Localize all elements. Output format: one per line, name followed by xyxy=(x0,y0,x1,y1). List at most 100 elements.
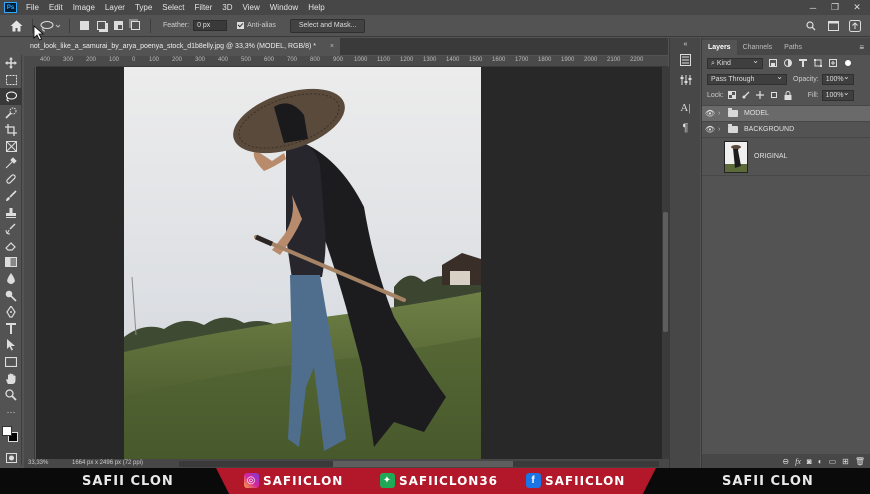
foreground-color-swatch[interactable] xyxy=(2,426,12,437)
type-tool-icon[interactable] xyxy=(0,321,22,338)
panel-menu-icon[interactable]: ≡ xyxy=(853,40,870,55)
visibility-eye-icon[interactable]: 👁 xyxy=(702,109,718,118)
menu-3d[interactable]: 3D xyxy=(217,0,237,15)
close-tab-icon[interactable]: × xyxy=(330,38,334,55)
new-adjustment-icon[interactable]: ◐ xyxy=(818,457,823,466)
share-icon[interactable] xyxy=(848,19,862,33)
dodge-tool-icon[interactable] xyxy=(0,287,22,304)
link-layers-icon[interactable]: ⊖ xyxy=(782,457,789,466)
tab-channels[interactable]: Channels xyxy=(737,40,779,55)
menu-filter[interactable]: Filter xyxy=(190,0,218,15)
path-selection-tool-icon[interactable] xyxy=(0,337,22,354)
fill-input[interactable]: 100% xyxy=(821,88,854,101)
move-tool-icon[interactable] xyxy=(0,55,22,72)
horizontal-scrollbar[interactable] xyxy=(179,461,659,467)
quick-selection-tool-icon[interactable] xyxy=(0,105,22,122)
blur-tool-icon[interactable] xyxy=(0,271,22,288)
blend-mode-dropdown[interactable]: Pass Through xyxy=(707,72,787,85)
new-group-icon[interactable]: ▭ xyxy=(829,457,837,466)
menu-help[interactable]: Help xyxy=(303,0,329,15)
frame-tool-icon[interactable] xyxy=(0,138,22,155)
intersect-selection-icon[interactable] xyxy=(131,21,140,30)
menu-layer[interactable]: Layer xyxy=(100,0,130,15)
home-icon[interactable] xyxy=(6,17,26,35)
filter-type-icon[interactable] xyxy=(799,59,807,67)
adjustments-icon[interactable] xyxy=(670,70,701,90)
document-image[interactable] xyxy=(124,67,481,459)
tab-paths[interactable]: Paths xyxy=(778,40,808,55)
marquee-tool-icon[interactable] xyxy=(0,72,22,89)
feather-input[interactable]: 0 px xyxy=(193,20,228,31)
lock-position-icon[interactable] xyxy=(755,91,764,99)
lock-all-icon[interactable] xyxy=(784,90,792,100)
ruler-tick: 200 xyxy=(86,57,97,63)
more-tools-icon[interactable]: ··· xyxy=(0,403,22,420)
delete-layer-icon[interactable]: 🗑 xyxy=(855,457,865,466)
add-mask-icon[interactable]: ◙ xyxy=(807,457,812,466)
scrollbar-thumb[interactable] xyxy=(333,461,513,467)
filter-adjustment-icon[interactable] xyxy=(784,59,792,67)
menu-image[interactable]: Image xyxy=(68,0,100,15)
menu-edit[interactable]: Edit xyxy=(44,0,68,15)
workspace-icon[interactable] xyxy=(826,19,840,33)
lock-transparent-icon[interactable] xyxy=(727,91,736,99)
close-window-icon[interactable]: ✕ xyxy=(846,0,868,15)
character-icon[interactable]: A| xyxy=(670,98,701,118)
lock-artboard-icon[interactable] xyxy=(770,91,778,99)
canvas-area[interactable] xyxy=(36,67,662,459)
minimize-icon[interactable]: ─ xyxy=(802,0,824,15)
search-icon[interactable] xyxy=(804,19,818,33)
filter-pixel-icon[interactable] xyxy=(769,59,777,67)
crop-tool-icon[interactable] xyxy=(0,121,22,138)
layer-row-original[interactable]: ORIGINAL xyxy=(702,138,870,176)
visibility-eye-icon[interactable]: 👁 xyxy=(702,125,718,134)
menu-window[interactable]: Window xyxy=(265,0,303,15)
layers-panel: Layers Channels Paths ≡ ⌕ Kind Pass Thro… xyxy=(701,38,870,468)
ruler-tick: 1900 xyxy=(561,57,575,63)
layer-row-background[interactable]: 👁 › BACKGROUND xyxy=(702,122,870,138)
quick-mask-icon[interactable] xyxy=(0,450,22,467)
menu-view[interactable]: View xyxy=(238,0,265,15)
hand-tool-icon[interactable] xyxy=(0,370,22,387)
pen-tool-icon[interactable] xyxy=(0,304,22,321)
restore-icon[interactable]: ❐ xyxy=(824,0,846,15)
menu-select[interactable]: Select xyxy=(157,0,189,15)
eraser-tool-icon[interactable] xyxy=(0,238,22,255)
layer-row-model[interactable]: 👁 › MODEL xyxy=(702,106,870,122)
filter-shape-icon[interactable] xyxy=(814,59,822,67)
filter-smart-object-icon[interactable] xyxy=(829,59,837,67)
history-brush-tool-icon[interactable] xyxy=(0,221,22,238)
select-and-mask-button[interactable]: Select and Mask... xyxy=(289,18,366,33)
filter-toggle-icon[interactable] xyxy=(844,59,852,67)
document-tab[interactable]: not_look_like_a_samurai_by_arya_poenya_s… xyxy=(24,38,340,55)
paragraph-icon[interactable]: ¶ xyxy=(670,118,701,138)
layer-style-icon[interactable]: fx xyxy=(795,457,801,466)
menu-file[interactable]: File xyxy=(21,0,44,15)
zoom-tool-icon[interactable] xyxy=(0,387,22,404)
antialias-checkbox[interactable] xyxy=(237,22,245,29)
vertical-scrollbar[interactable] xyxy=(662,67,669,459)
tab-layers[interactable]: Layers xyxy=(702,40,737,55)
lasso-tool-icon[interactable] xyxy=(0,88,22,105)
healing-brush-tool-icon[interactable] xyxy=(0,171,22,188)
kind-filter-dropdown[interactable]: ⌕ Kind xyxy=(707,56,763,69)
brush-tool-icon[interactable] xyxy=(0,188,22,205)
color-swatches[interactable] xyxy=(0,420,22,450)
expand-group-icon[interactable]: › xyxy=(718,126,728,133)
add-to-selection-icon[interactable] xyxy=(97,21,106,30)
properties-icon[interactable] xyxy=(670,50,701,70)
scrollbar-thumb[interactable] xyxy=(663,212,668,332)
menu-type[interactable]: Type xyxy=(130,0,157,15)
zoom-level[interactable]: 33,33% xyxy=(28,460,48,466)
gradient-tool-icon[interactable] xyxy=(0,254,22,271)
expand-group-icon[interactable]: › xyxy=(718,110,728,117)
collapse-panels-icon[interactable]: « xyxy=(670,38,701,50)
eyedropper-tool-icon[interactable] xyxy=(0,155,22,172)
opacity-input[interactable]: 100% xyxy=(821,72,854,85)
clone-stamp-tool-icon[interactable] xyxy=(0,204,22,221)
subtract-from-selection-icon[interactable] xyxy=(114,21,123,30)
rectangle-tool-icon[interactable] xyxy=(0,354,22,371)
lock-image-icon[interactable] xyxy=(742,91,750,99)
new-layer-icon[interactable]: ⊞ xyxy=(842,457,849,466)
new-selection-icon[interactable] xyxy=(80,21,89,30)
